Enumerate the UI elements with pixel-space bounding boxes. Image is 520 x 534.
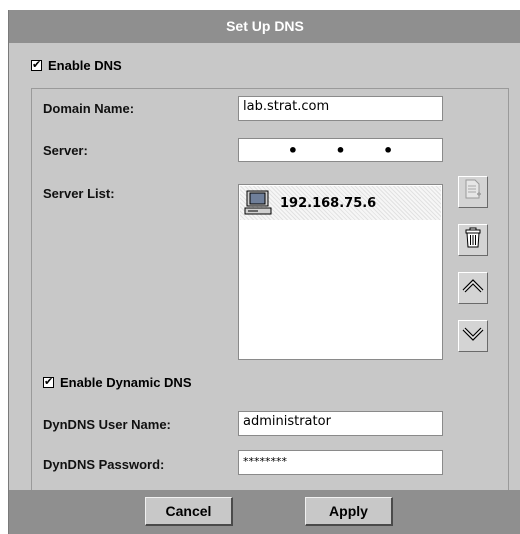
enable-dyndns-label: Enable Dynamic DNS (60, 375, 192, 390)
move-down-button[interactable] (458, 320, 488, 352)
move-up-button[interactable] (458, 272, 488, 304)
add-server-button[interactable] (458, 176, 488, 208)
dyndns-user-label: DynDNS User Name: (43, 417, 171, 432)
dyndns-password-input[interactable]: ******** (238, 450, 443, 475)
server-octet-separator: • (335, 140, 346, 160)
enable-dns-label: Enable DNS (48, 58, 122, 73)
server-list[interactable]: 192.168.75.6 (238, 184, 443, 360)
trash-icon (464, 227, 482, 254)
server-list-label: Server List: (43, 186, 115, 201)
chevron-up-icon (462, 278, 484, 299)
server-label: Server: (43, 143, 88, 158)
enable-dyndns-checkbox[interactable]: ✔ (43, 377, 54, 388)
server-ip-input[interactable]: • • • (238, 138, 443, 162)
apply-button[interactable]: Apply (305, 497, 393, 526)
add-document-icon (463, 179, 483, 206)
computer-icon (244, 190, 272, 216)
server-octet-separator: • (287, 140, 298, 160)
dyndns-password-label: DynDNS Password: (43, 457, 165, 472)
list-item[interactable]: 192.168.75.6 (240, 186, 441, 220)
domain-name-label: Domain Name: (43, 101, 135, 116)
enable-dns-row[interactable]: ✔ Enable DNS (31, 58, 122, 73)
server-list-item-text: 192.168.75.6 (280, 195, 377, 211)
chevron-down-icon (462, 326, 484, 347)
cancel-button[interactable]: Cancel (145, 497, 233, 526)
dialog-footer: Cancel Apply (9, 490, 520, 534)
enable-dns-checkbox[interactable]: ✔ (31, 60, 42, 71)
dyndns-user-input[interactable]: administrator (238, 411, 443, 436)
domain-name-input[interactable]: lab.strat.com (238, 96, 443, 121)
server-octet-separator: • (383, 140, 394, 160)
enable-dyndns-row[interactable]: ✔ Enable Dynamic DNS (43, 375, 192, 390)
dialog-title: Set Up DNS (9, 10, 520, 43)
setup-dns-dialog: Set Up DNS ✔ Enable DNS Domain Name: lab… (8, 10, 520, 534)
delete-server-button[interactable] (458, 224, 488, 256)
